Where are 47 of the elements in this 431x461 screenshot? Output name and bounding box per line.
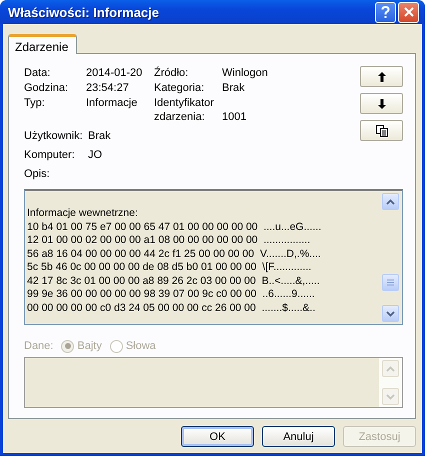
- field-value: Brak: [88, 129, 111, 143]
- field-value: 1001: [222, 110, 248, 124]
- field-value: 23:54:27: [86, 81, 130, 95]
- next-button[interactable]: [360, 93, 403, 114]
- description-line: 00 00 00 00 00 c0 d3 24 05 00 00 00 cc 26 00 00 .......$.....&..: [27, 302, 316, 315]
- arrow-up-icon: [378, 72, 386, 82]
- scroll-up-icon: [386, 198, 395, 204]
- field-label: Data:: [24, 66, 52, 80]
- description-line: 5c 5b 46 0c 00 00 00 00 de 08 d5 b0 01 00 00 00 \[F.............: [27, 261, 312, 274]
- tab[interactable]: Zdarzenie: [8, 34, 78, 54]
- field-label: Opis:: [24, 167, 51, 181]
- grip-icon: [387, 279, 394, 286]
- scroll-down-icon: [386, 310, 395, 316]
- close-button[interactable]: [398, 2, 419, 22]
- help-icon: [381, 6, 390, 18]
- help-button[interactable]: [375, 2, 396, 22]
- field-label: Kategoria:: [154, 81, 206, 95]
- scroll-up-icon: [386, 366, 395, 372]
- scrollbar[interactable]: [379, 191, 402, 324]
- field-value: Winlogon: [222, 66, 269, 80]
- dialog-button[interactable]: Anuluj: [262, 426, 335, 447]
- previous-button[interactable]: [360, 66, 403, 87]
- description-line: 12 01 00 00 02 00 00 00 a1 08 00 00 00 00 00 00 ................: [27, 234, 312, 248]
- copy-icon: [376, 124, 388, 136]
- window-title: Właściwości: Informacje: [8, 4, 160, 20]
- field-label: Komputer:: [24, 148, 76, 162]
- field-label: Identyfikator zdarzenia:: [154, 96, 215, 124]
- field-label: Użytkownik:: [24, 129, 84, 143]
- arrow-down-icon: [378, 98, 386, 108]
- description-line: 99 9e 36 00 00 00 00 00 98 39 07 00 9c c0 00 00 ..6......9......: [27, 288, 316, 302]
- field-label: Godzina:: [24, 81, 70, 95]
- field-label: Źródło:: [154, 66, 190, 80]
- scrollbar[interactable]: [379, 358, 402, 407]
- description-line: 42 17 8c 3c 01 00 00 00 a8 89 26 2c 03 00 00 00 B..<.....&,.....: [27, 274, 321, 288]
- dialog-button[interactable]: OK: [181, 426, 254, 447]
- field-value: 2014-01-20: [86, 66, 144, 80]
- field-value: JO: [88, 148, 102, 162]
- description-line: 10 b4 01 00 75 e7 00 00 65 47 01 00 00 00 00 00 ....u...eG......: [27, 220, 322, 234]
- field-label: Typ:: [24, 96, 46, 110]
- field-value: Brak: [222, 81, 246, 95]
- description-line: Informacje wewnetrzne:: [27, 207, 139, 220]
- field-value: Informacje: [86, 96, 138, 110]
- data-label: Dane:: [24, 339, 54, 353]
- close-icon: [404, 7, 414, 17]
- scroll-down-icon: [386, 394, 395, 400]
- copy-button[interactable]: [360, 120, 403, 141]
- description-line: 56 a8 16 04 00 00 00 00 44 2c f1 25 00 00 00 00 V.......D,.%....: [27, 248, 322, 261]
